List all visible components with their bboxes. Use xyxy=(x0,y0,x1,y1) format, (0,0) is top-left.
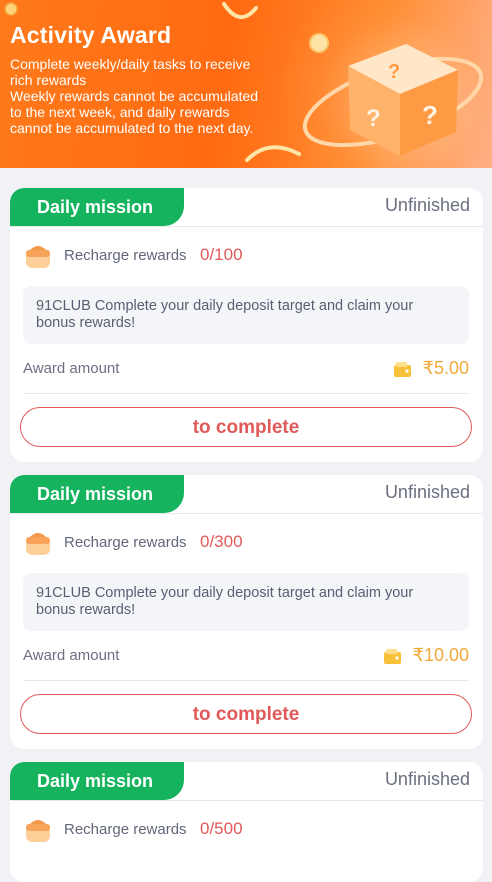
activity-banner: ? ? ? Activity Award Complete weekly/dai… xyxy=(0,0,492,168)
task-row: Recharge rewards 0/100 xyxy=(10,227,483,287)
mission-card-header: Daily mission Unfinished xyxy=(10,475,483,514)
banner-desc-line: Complete weekly/daily tasks to receive xyxy=(10,56,251,72)
description-line: 91CLUB Complete your daily deposit targe… xyxy=(36,298,414,314)
svg-text:?: ? xyxy=(388,61,400,83)
award-row: Award amount ₹5.00 xyxy=(23,358,469,382)
lucky-cube-icon: ? ? ? xyxy=(302,44,484,156)
mission-card-header: Daily mission Unfinished xyxy=(10,188,483,227)
mission-description: 91CLUB Complete your daily deposit targe… xyxy=(23,286,469,344)
award-label: Award amount xyxy=(23,647,120,664)
banner-desc-line: to the next week, and daily rewards xyxy=(10,104,230,120)
banner-desc-line: cannot be accumulated to the next day. xyxy=(10,120,254,136)
page-title: Activity Award xyxy=(10,22,172,48)
description-line: 91CLUB Complete your daily deposit targe… xyxy=(36,585,414,601)
wallet-icon xyxy=(394,362,411,377)
ribbon-decoration-icon xyxy=(222,2,258,19)
task-label: Recharge rewards xyxy=(64,821,187,838)
mission-status: Unfinished xyxy=(384,769,470,789)
mission-type-tab: Daily mission xyxy=(10,188,184,226)
mission-type-tab: Daily mission xyxy=(10,475,184,513)
task-progress: 0/100 xyxy=(200,245,243,264)
gift-box-icon xyxy=(26,533,50,555)
mission-card: Daily mission Unfinished Recharge reward… xyxy=(10,475,483,749)
task-label: Recharge rewards xyxy=(64,534,187,551)
banner-desc-line: rich rewards xyxy=(10,72,87,88)
mission-card: Daily mission Unfinished Recharge reward… xyxy=(10,762,483,882)
wallet-icon xyxy=(384,649,401,664)
description-line: bonus rewards! xyxy=(36,315,136,331)
svg-text:?: ? xyxy=(366,105,381,132)
task-progress: 0/300 xyxy=(200,532,243,551)
award-amount: ₹5.00 xyxy=(422,358,470,378)
divider xyxy=(23,680,469,681)
to-complete-button[interactable]: to complete xyxy=(20,407,472,447)
gift-box-icon xyxy=(26,246,50,268)
award-label: Award amount xyxy=(23,360,120,377)
mission-type-tab: Daily mission xyxy=(10,762,184,800)
description-line: bonus rewards! xyxy=(36,602,136,618)
coin-decoration-icon xyxy=(4,2,18,16)
divider xyxy=(23,393,469,394)
mission-status: Unfinished xyxy=(384,482,470,502)
mission-description: 91CLUB Complete your daily deposit targe… xyxy=(23,573,469,631)
mission-status: Unfinished xyxy=(384,195,470,215)
award-row: Award amount ₹10.00 xyxy=(23,645,469,669)
task-row: Recharge rewards 0/300 xyxy=(10,514,483,574)
banner-desc-line: Weekly rewards cannot be accumulated xyxy=(10,88,258,104)
task-row: Recharge rewards 0/500 xyxy=(10,801,483,861)
task-progress: 0/500 xyxy=(200,819,243,838)
mission-card: Daily mission Unfinished Recharge reward… xyxy=(10,188,483,462)
banner-description: Complete weekly/daily tasks to receive r… xyxy=(10,56,300,136)
award-amount: ₹10.00 xyxy=(412,645,470,665)
task-label: Recharge rewards xyxy=(64,247,187,264)
svg-text:?: ? xyxy=(422,100,438,130)
mission-card-header: Daily mission Unfinished xyxy=(10,762,483,801)
gift-box-icon xyxy=(26,820,50,842)
to-complete-button[interactable]: to complete xyxy=(20,694,472,734)
